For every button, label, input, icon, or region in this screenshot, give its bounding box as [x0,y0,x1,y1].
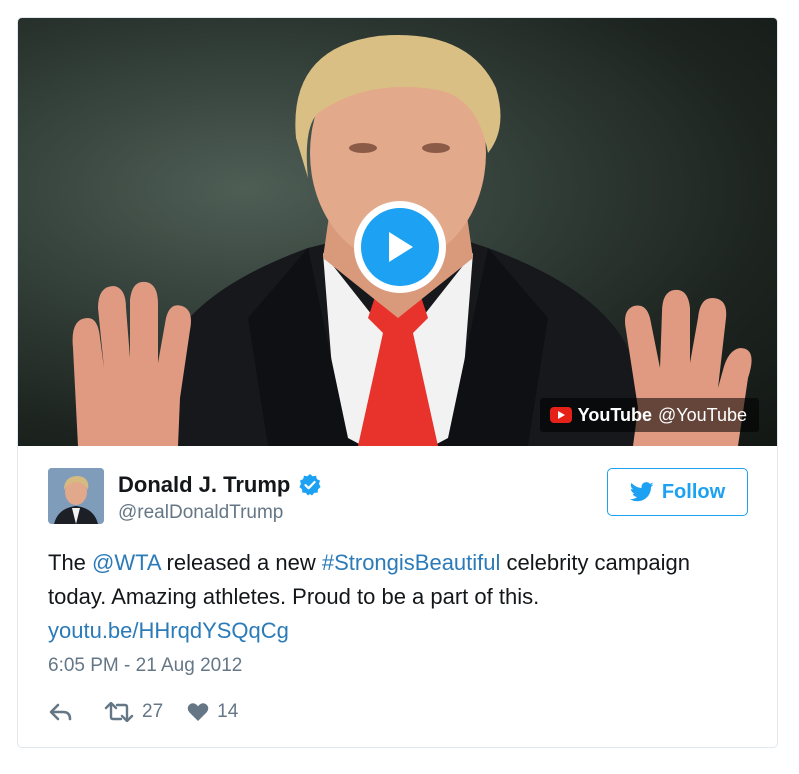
avatar-image [48,468,104,524]
tweet-timestamp[interactable]: 6:05 PM - 21 Aug 2012 [48,655,242,677]
author-name[interactable]: Donald J. Trump [118,472,290,498]
retweet-button[interactable]: 27 [104,701,163,723]
youtube-logo-icon [549,407,572,423]
like-count: 14 [217,701,239,722]
follow-button[interactable]: Follow [607,468,748,516]
embedded-tweet-card: YouTube @YouTube Donald J. Trump @realDo… [17,17,778,748]
follow-button-label: Follow [661,480,726,503]
like-button[interactable]: 14 [187,701,238,723]
hashtag-link[interactable]: #StrongisBeautiful [322,550,501,575]
author-handle[interactable]: @realDonaldTrump [118,502,283,524]
tweet-header: Donald J. Trump @realDonaldTrump Follow [48,468,748,528]
reply-icon [49,703,72,721]
author-name-row: Donald J. Trump [118,472,322,498]
youtube-brand-label: YouTube [577,404,652,425]
youtube-handle-label: @YouTube [657,404,747,425]
twitter-bird-icon [629,482,654,502]
avatar[interactable] [48,468,104,524]
tweet-text-part1: The [48,550,93,575]
heart-icon [187,703,209,721]
mention-link[interactable]: @WTA [92,550,160,575]
tweet-text: The @WTA released a new #StrongisBeautif… [48,546,748,648]
video-url-link[interactable]: youtu.be/HHrqdYSQqCg [48,618,289,643]
tweet-text-part2: released a new [160,550,322,575]
play-button[interactable] [354,201,446,293]
reply-button[interactable] [48,702,74,722]
retweet-count: 27 [142,701,164,722]
play-icon [361,208,439,286]
video-thumbnail[interactable]: YouTube @YouTube [18,18,777,446]
verified-badge-icon [299,474,321,496]
tweet-actions: 27 14 [48,698,238,726]
retweet-icon [104,702,134,722]
youtube-attribution[interactable]: YouTube @YouTube [539,398,759,432]
